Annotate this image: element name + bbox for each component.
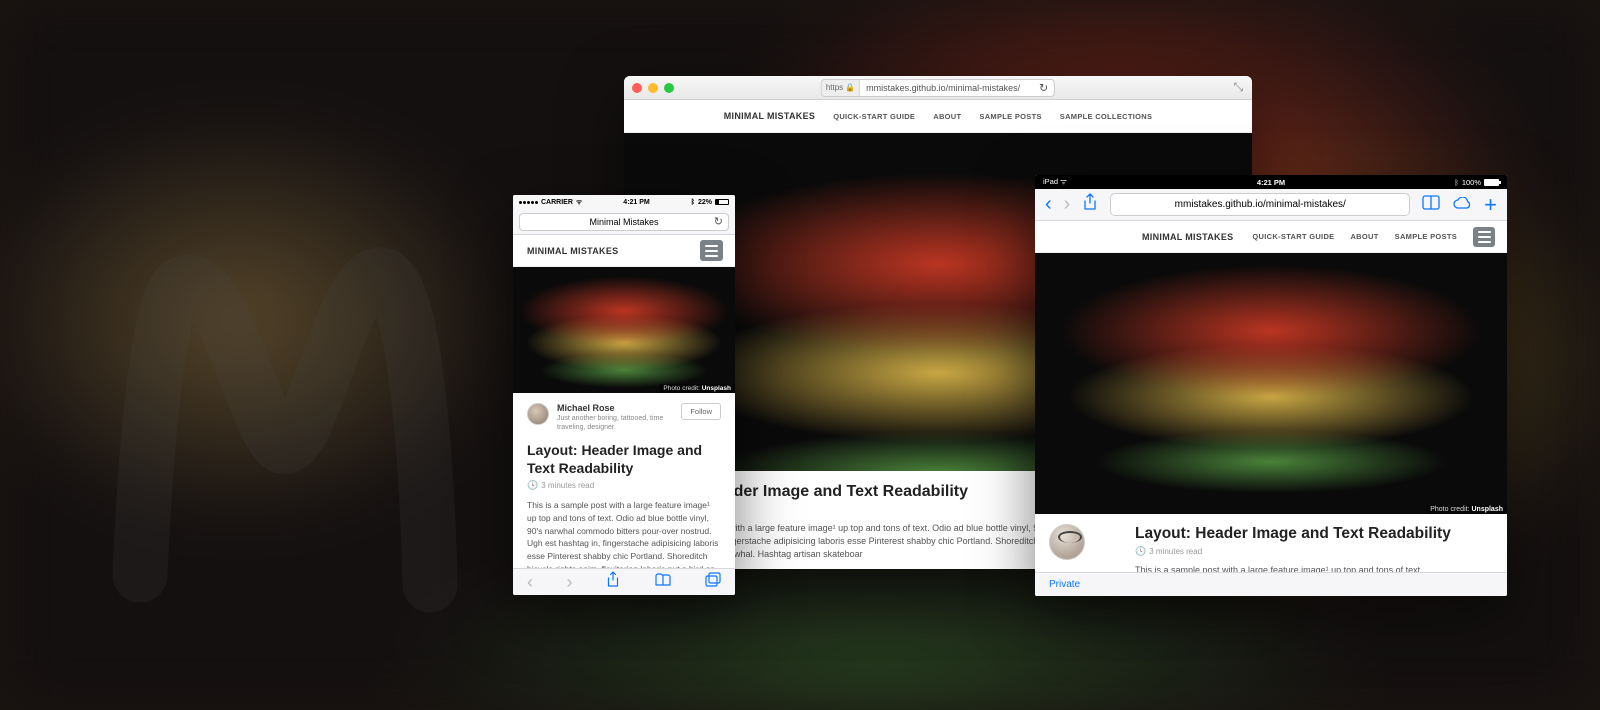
site-brand[interactable]: MINIMAL MISTAKES <box>1142 232 1233 242</box>
address-bar[interactable]: Minimal Mistakes ↻ <box>519 213 729 231</box>
ipad-toolbar: ‹ › mmistakes.github.io/minimal-mistakes… <box>1035 189 1507 221</box>
reload-icon[interactable]: ↻ <box>714 215 723 228</box>
wifi-icon: ᯤ <box>1060 177 1067 186</box>
device-label: iPad ᯤ <box>1043 177 1067 187</box>
lock-icon: 🔒 <box>845 83 855 92</box>
nav-about[interactable]: ABOUT <box>1350 232 1378 241</box>
signal-icon <box>519 201 538 204</box>
nav-quick-start[interactable]: QUICK-START GUIDE <box>1252 232 1334 241</box>
address-bar[interactable]: https🔒 mmistakes.github.io/minimal-mista… <box>821 79 1055 97</box>
article-title: Layout: Header Image and Text Readabilit… <box>1135 525 1507 543</box>
window-controls <box>632 83 674 93</box>
follow-button[interactable]: Follow <box>681 403 721 420</box>
battery-icon <box>715 199 729 205</box>
ipad-status-bar: iPad ᯤ 4:21 PM ᛒ 100% <box>1035 175 1507 189</box>
wifi-icon: ᯤ <box>576 198 582 207</box>
photo-credit: Photo credit: Unsplash <box>659 384 735 393</box>
read-meta: 🕓 3 minutes read <box>1135 546 1507 557</box>
article-preview: Layout: Header Image and Text Readabilit… <box>1035 514 1507 575</box>
ios-toolbar-top: Minimal Mistakes ↻ <box>513 209 735 235</box>
read-time: 3 minutes read <box>541 481 594 490</box>
url-text: mmistakes.github.io/minimal-mistakes/ <box>860 83 1026 93</box>
cloud-tabs-icon[interactable] <box>1452 195 1472 215</box>
tabs-icon[interactable] <box>705 572 721 592</box>
forward-icon[interactable]: › <box>1064 193 1071 216</box>
site-nav: MINIMAL MISTAKES <box>513 235 735 267</box>
reader-icon[interactable] <box>1422 195 1440 215</box>
fullscreen-icon[interactable]: ⤢ <box>1234 80 1244 95</box>
ipad-bottom-bar: Private <box>1035 572 1507 596</box>
nav-sample-posts[interactable]: SAMPLE POSTS <box>979 112 1041 121</box>
battery-percent: 22% <box>698 199 712 206</box>
clock: 4:21 PM <box>623 199 649 206</box>
hero-image: Photo credit: Unsplash <box>1035 253 1507 514</box>
author-avatar[interactable] <box>527 403 549 425</box>
battery-icon <box>1484 179 1499 186</box>
url-title: Minimal Mistakes <box>589 217 658 227</box>
ios-toolbar-bottom: ‹ › <box>513 568 735 595</box>
site-nav: MINIMAL MISTAKES QUICK-START GUIDE ABOUT… <box>624 100 1252 133</box>
brand-m-watermark <box>80 145 480 645</box>
ios-status-bar: CARRIER ᯤ 4:21 PM ᛒ 22% <box>513 195 735 209</box>
menu-icon[interactable] <box>1473 227 1495 247</box>
forward-icon[interactable]: › <box>567 572 573 593</box>
carrier: CARRIER <box>541 199 573 206</box>
site-brand[interactable]: MINIMAL MISTAKES <box>527 246 618 256</box>
clock-icon: 🕓 <box>527 480 538 491</box>
private-button[interactable]: Private <box>1049 579 1080 590</box>
article-title: Layout: Header Image and Text Readabilit… <box>527 442 721 477</box>
clock: 4:21 PM <box>1257 178 1285 187</box>
nav-quick-start[interactable]: QUICK-START GUIDE <box>833 112 915 121</box>
site-brand[interactable]: MINIMAL MISTAKES <box>724 111 815 121</box>
read-meta: 🕓 3 minutes read <box>527 480 721 491</box>
hero-image: Photo credit: Unsplash <box>513 267 735 393</box>
https-badge: https🔒 <box>822 80 860 96</box>
maximize-icon[interactable] <box>664 83 674 93</box>
photo-credit: Photo credit: Unsplash <box>1426 505 1507 514</box>
author-name[interactable]: Michael Rose <box>557 403 673 413</box>
mac-titlebar[interactable]: https🔒 mmistakes.github.io/minimal-mista… <box>624 76 1252 100</box>
back-icon[interactable]: ‹ <box>527 572 533 593</box>
author-avatar[interactable] <box>1049 524 1085 560</box>
clock-icon: 🕓 <box>1135 546 1146 557</box>
url-text: mmistakes.github.io/minimal-mistakes/ <box>1175 199 1346 210</box>
bluetooth-icon: ᛒ <box>691 199 695 206</box>
author-bio: Just another boring, tattooed, time trav… <box>557 414 673 432</box>
battery-percent: 100% <box>1462 178 1481 187</box>
nav-about[interactable]: ABOUT <box>933 112 961 121</box>
read-time: 3 minutes read <box>1149 547 1202 556</box>
iphone-safari-window: CARRIER ᯤ 4:21 PM ᛒ 22% Minimal Mistakes… <box>513 195 735 595</box>
site-nav: MINIMAL MISTAKES QUICK-START GUIDE ABOUT… <box>1035 221 1507 253</box>
bluetooth-icon: ᛒ <box>1454 178 1459 187</box>
back-icon[interactable]: ‹ <box>1045 193 1052 216</box>
share-icon[interactable] <box>1082 193 1098 216</box>
address-bar[interactable]: mmistakes.github.io/minimal-mistakes/ <box>1110 193 1410 216</box>
menu-icon[interactable] <box>700 240 723 261</box>
minimize-icon[interactable] <box>648 83 658 93</box>
new-tab-icon[interactable]: + <box>1484 192 1497 218</box>
reload-icon[interactable]: ↻ <box>1039 81 1048 94</box>
article-preview: Michael Rose Just another boring, tattoo… <box>513 393 735 588</box>
ipad-safari-window: iPad ᯤ 4:21 PM ᛒ 100% ‹ › mmistakes.gith… <box>1035 175 1507 596</box>
share-icon[interactable] <box>606 571 620 593</box>
author-block: Michael Rose Just another boring, tattoo… <box>527 403 721 432</box>
nav-sample-posts[interactable]: SAMPLE POSTS <box>1395 232 1457 241</box>
nav-sample-collections[interactable]: SAMPLE COLLECTIONS <box>1060 112 1153 121</box>
close-icon[interactable] <box>632 83 642 93</box>
bookmarks-icon[interactable] <box>654 573 672 592</box>
